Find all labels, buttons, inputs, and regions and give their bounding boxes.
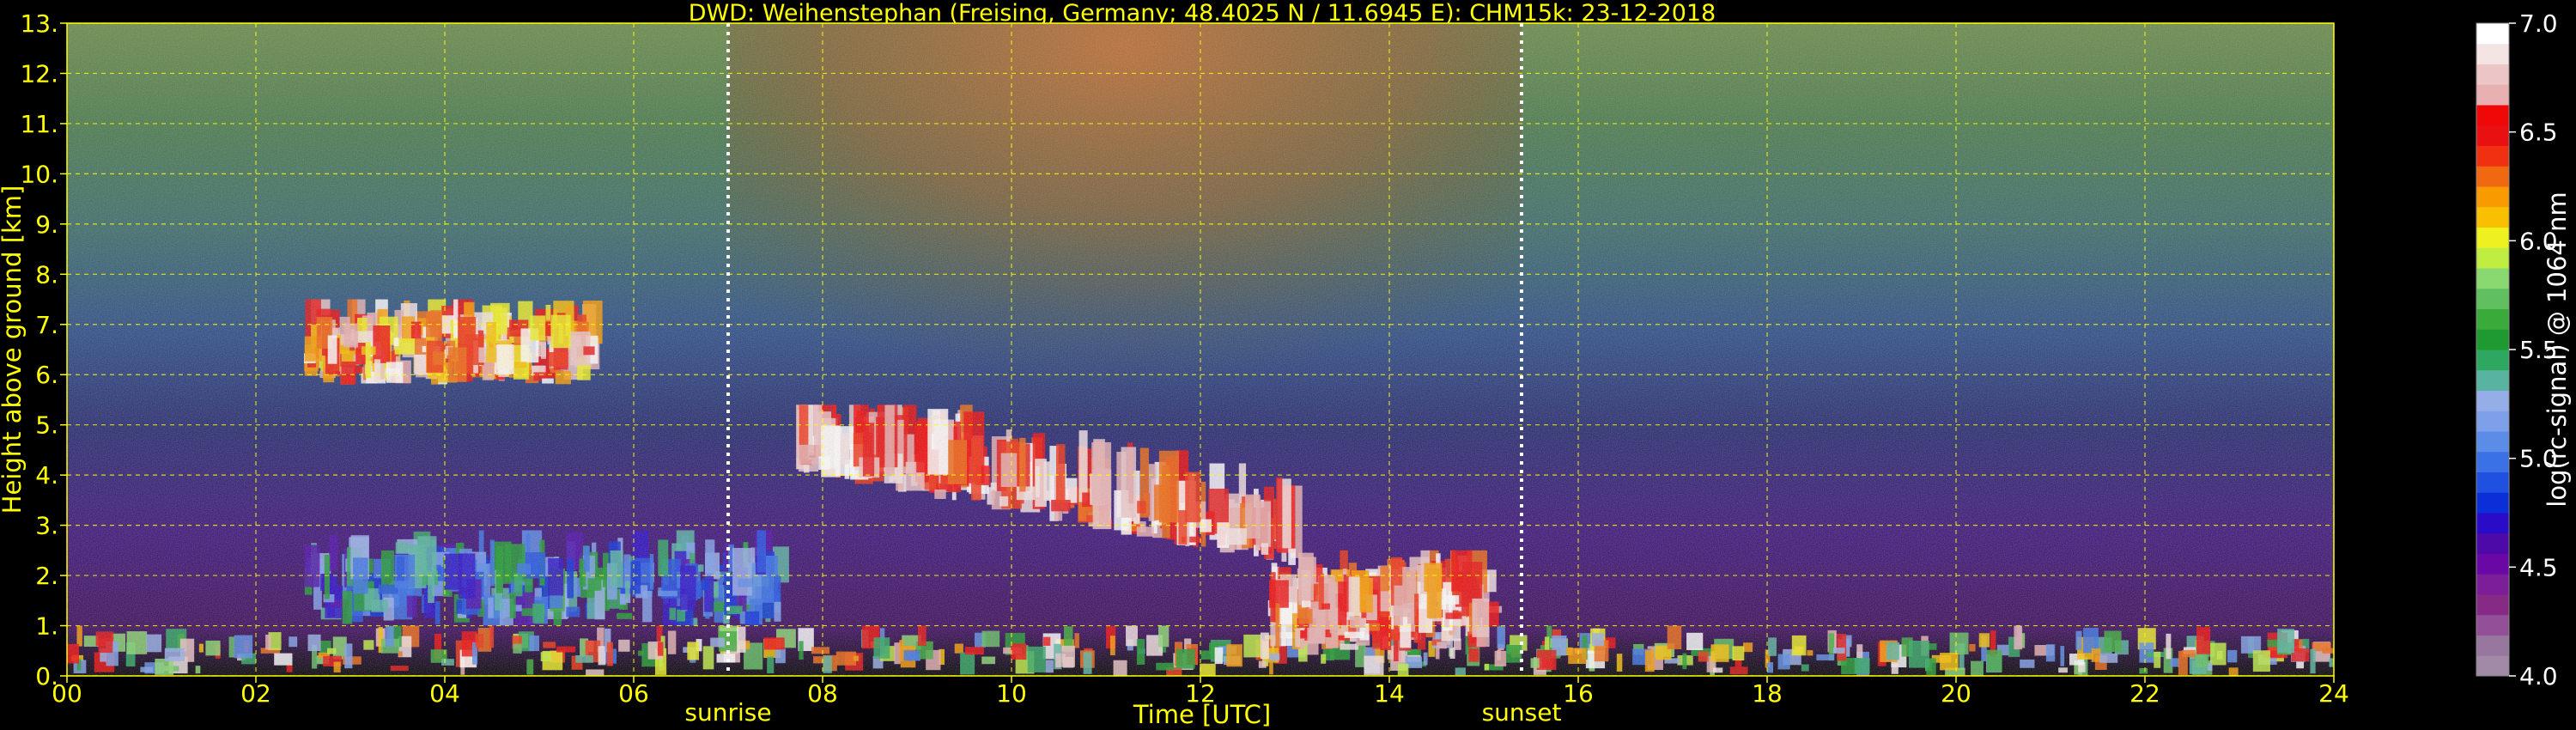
colorbar-tick-label: 6.5 [2519, 119, 2558, 147]
plot-area [67, 23, 2334, 676]
colorbar-swatch [2476, 125, 2509, 146]
x-tick-label: 04 [429, 679, 460, 708]
sunrise-label: sunrise [684, 698, 771, 727]
x-axis-label: Time [UTC] [1133, 700, 1271, 729]
colorbar-swatch [2476, 451, 2509, 472]
y-tick-label: 3. [35, 512, 58, 540]
y-tick-label: 2. [35, 562, 58, 590]
colorbar-swatch [2476, 23, 2509, 45]
x-tick-label: 00 [52, 679, 82, 708]
colorbar-swatch [2476, 84, 2509, 106]
colorbar-swatch [2476, 145, 2509, 167]
colorbar-swatch [2476, 532, 2509, 554]
sunset-label: sunset [1482, 698, 1562, 727]
colorbar-swatch [2476, 574, 2509, 595]
x-tick-label: 24 [2318, 679, 2349, 708]
colorbar-label: log(rc-signal) @ 1064 nm [2543, 192, 2572, 507]
colorbar-swatch [2476, 268, 2509, 289]
colorbar-swatch [2476, 492, 2509, 514]
x-tick-label: 16 [1563, 679, 1594, 708]
colorbar-swatch [2476, 350, 2509, 371]
colorbar-swatch [2476, 166, 2509, 187]
colorbar-tick-label: 4.0 [2519, 662, 2558, 690]
colorbar-tick-label: 4.5 [2519, 553, 2558, 581]
y-tick-label: 5. [35, 411, 58, 440]
y-tick-label: 6. [35, 361, 58, 389]
colorbar-swatch [2476, 369, 2509, 391]
colorbar-swatch [2476, 513, 2509, 534]
y-tick-label: 4. [35, 461, 58, 490]
colorbar-swatch [2476, 206, 2509, 228]
colorbar-swatch [2476, 227, 2509, 248]
y-tick-label: 9. [35, 210, 58, 239]
y-tick-label: 13. [20, 9, 58, 38]
colorbar-swatch [2476, 105, 2509, 126]
x-tick-label: 14 [1374, 679, 1405, 708]
x-tick-label: 18 [1752, 679, 1783, 708]
colorbar-swatch [2476, 411, 2509, 432]
ceilometer-chart: DWD: Weihenstephan (Freising, Germany; 4… [0, 0, 2572, 729]
y-tick-label: 1. [35, 612, 58, 641]
x-tick-label: 02 [240, 679, 271, 708]
y-tick-label: 11. [20, 110, 58, 138]
colorbar-swatch [2476, 390, 2509, 411]
colorbar-swatch [2476, 43, 2509, 64]
y-axis-ticks: 0.1.2.3.4.5.6.7.8.9.10.11.12.13. [20, 9, 67, 690]
x-tick-label: 08 [807, 679, 838, 708]
colorbar-swatch [2476, 553, 2509, 575]
x-tick-label: 22 [2129, 679, 2160, 708]
colorbar-swatch [2476, 308, 2509, 330]
colorbar-swatch [2476, 655, 2509, 677]
x-tick-label: 10 [996, 679, 1027, 708]
y-axis-label: Height above ground [km] [0, 186, 27, 514]
x-tick-label: 20 [1941, 679, 1971, 708]
y-tick-label: 8. [35, 260, 58, 289]
colorbar-swatch [2476, 64, 2509, 85]
colorbar-swatch [2476, 431, 2509, 453]
colorbar-tick-label: 7.0 [2519, 9, 2558, 38]
colorbar-swatch [2476, 635, 2509, 656]
colorbar-swatch [2476, 614, 2509, 636]
colorbar-swatch [2476, 247, 2509, 269]
colorbar-swatch [2476, 594, 2509, 616]
x-tick-label: 06 [618, 679, 649, 708]
colorbar-swatch [2476, 471, 2509, 493]
y-tick-label: 7. [35, 311, 58, 339]
y-tick-label: 12. [20, 59, 58, 88]
colorbar-swatch [2476, 186, 2509, 208]
colorbar-swatch [2476, 288, 2509, 309]
colorbar-swatch [2476, 329, 2509, 350]
y-tick-label: 10. [20, 160, 58, 188]
